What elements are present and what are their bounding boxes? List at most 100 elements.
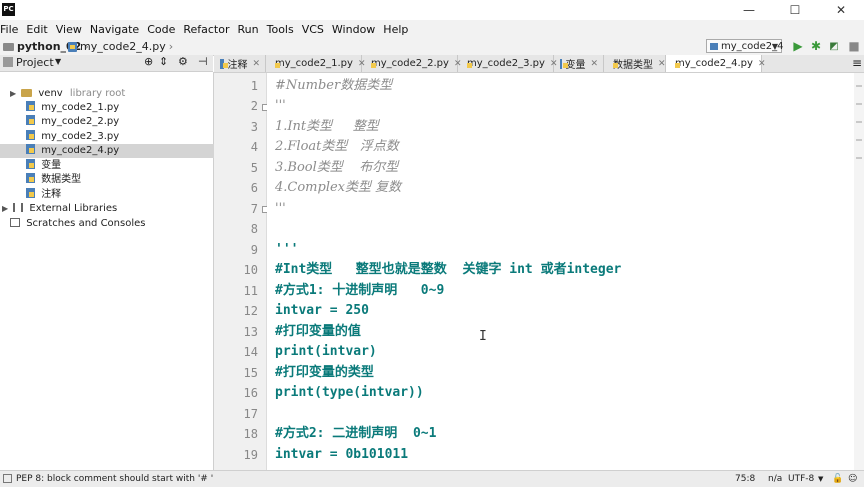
caret-position[interactable]: 75:8 xyxy=(735,471,755,487)
menu-edit[interactable]: Edit xyxy=(22,23,51,36)
code-editor[interactable]: #Number数据类型 ''' 1.Int类型 整型 2.Float类型 浮点数… xyxy=(267,73,854,470)
tab-label: my_code2_1.py xyxy=(275,58,353,69)
line-number: 15 xyxy=(243,366,258,380)
error-stripe[interactable] xyxy=(854,73,864,470)
code-line: print(intvar) xyxy=(275,344,377,359)
python-file-icon xyxy=(710,43,718,50)
close-icon[interactable]: ✕ xyxy=(758,59,766,69)
locate-icon[interactable]: ⊕ xyxy=(144,55,153,68)
tree-item-my-code2-1[interactable]: my_code2_1.py xyxy=(0,101,239,115)
code-line: #Int类型 整型也就是整数 关键字 int 或者integer xyxy=(275,262,622,277)
close-icon[interactable]: ✕ xyxy=(658,59,666,69)
stripe-marker[interactable] xyxy=(856,139,862,141)
folder-icon xyxy=(21,89,33,97)
line-number: 12 xyxy=(243,304,258,318)
tab-label: 变量 xyxy=(565,60,586,71)
line-number: 16 xyxy=(243,386,258,400)
tool-windows-icon[interactable] xyxy=(3,474,12,483)
chevron-down-icon[interactable]: ▼ xyxy=(55,57,61,66)
coverage-icon[interactable]: ◩ xyxy=(826,39,842,54)
tab-my-code2-3[interactable]: my_code2_3.py ✕ xyxy=(458,55,558,72)
tree-item-my-code2-4[interactable]: my_code2_4.py xyxy=(0,144,239,158)
lock-icon[interactable]: 🔓 xyxy=(832,471,843,487)
gear-icon[interactable]: ⚙ xyxy=(178,55,188,68)
menu-vcs[interactable]: VCS xyxy=(298,23,328,36)
menu-refactor[interactable]: Refactor xyxy=(179,23,233,36)
tree-item-scratches[interactable]: Scratches and Consoles xyxy=(0,217,223,231)
line-number: 14 xyxy=(243,345,258,359)
stop-icon[interactable]: ■ xyxy=(846,39,862,54)
menu-view[interactable]: View xyxy=(52,23,86,36)
tab-my-code2-1[interactable]: my_code2_1.py ✕ xyxy=(266,55,366,72)
debug-icon[interactable]: ✱ xyxy=(808,39,824,54)
collapse-all-icon[interactable]: ⇕ xyxy=(159,55,168,68)
tree-item-my-code2-3[interactable]: my_code2_3.py xyxy=(0,130,239,144)
tab-label: 数据类型 xyxy=(613,60,653,71)
maximize-button[interactable]: ☐ xyxy=(772,0,818,20)
scratches-icon xyxy=(10,218,20,227)
tree-item-label: my_code2_1.py xyxy=(41,102,120,113)
notification-icon[interactable]: ☺ xyxy=(848,471,857,487)
tree-item-venv[interactable]: ▶ venv library root xyxy=(0,87,223,101)
python-file-icon xyxy=(220,58,229,69)
code-line: #Number数据类型 xyxy=(275,78,393,93)
stripe-marker[interactable] xyxy=(856,103,862,105)
project-panel-title[interactable]: Project xyxy=(16,56,54,69)
code-line: 4.Complex类型 复数 xyxy=(275,180,402,195)
tab-variables[interactable]: 变量 ✕ xyxy=(554,55,604,72)
chevron-down-icon[interactable]: ▼ xyxy=(818,471,823,487)
close-icon[interactable]: ✕ xyxy=(590,59,598,69)
line-number: 17 xyxy=(243,407,258,421)
menu-run[interactable]: Run xyxy=(234,23,263,36)
python-file-icon xyxy=(560,58,570,69)
menu-navigate[interactable]: Navigate xyxy=(86,23,143,36)
close-button[interactable]: ✕ xyxy=(818,0,864,20)
hide-panel-icon[interactable]: ⊣ xyxy=(198,55,208,68)
python-file-icon xyxy=(68,41,77,52)
tree-item-external-libraries[interactable]: ▶ External Libraries xyxy=(0,202,215,216)
menu-code[interactable]: Code xyxy=(143,23,179,36)
tab-comments[interactable]: 注释 ✕ xyxy=(214,55,266,72)
code-line: ''' xyxy=(275,242,299,257)
chevron-right-icon: ▶ xyxy=(2,204,9,213)
code-line: ''' xyxy=(275,201,286,216)
python-file-icon xyxy=(26,144,35,154)
menu-window[interactable]: Window xyxy=(328,23,379,36)
tab-my-code2-2[interactable]: my_code2_2.py ✕ xyxy=(362,55,462,72)
line-separator[interactable]: n/a xyxy=(768,471,782,487)
tab-data-types[interactable]: 数据类型 ✕ xyxy=(604,55,666,72)
tree-item-label: External Libraries xyxy=(29,203,118,214)
close-icon[interactable]: ✕ xyxy=(252,59,260,69)
status-message: PEP 8: block comment should start with '… xyxy=(16,474,214,484)
library-icon xyxy=(13,203,24,212)
tree-item-variables[interactable]: 变量 xyxy=(0,159,239,173)
stripe-marker[interactable] xyxy=(856,85,862,87)
python-file-icon xyxy=(26,173,35,183)
stripe-marker[interactable] xyxy=(856,157,862,159)
breadcrumb-file[interactable]: my_code2_4.py › xyxy=(68,39,173,54)
code-line: #打印变量的类型 xyxy=(275,365,374,380)
stripe-marker[interactable] xyxy=(856,121,862,123)
menu-file[interactable]: File xyxy=(0,23,22,36)
line-number: 7 xyxy=(250,202,258,216)
menu-help[interactable]: Help xyxy=(379,23,412,36)
run-config-select[interactable]: my_code2_4 ▼ xyxy=(706,39,784,53)
code-line: #方式1: 十进制声明 0~9 xyxy=(275,283,445,298)
encoding[interactable]: UTF-8 xyxy=(788,471,814,487)
line-number: 2 xyxy=(250,99,258,113)
menu-tools[interactable]: Tools xyxy=(263,23,298,36)
editor-tabs: 注释 ✕ my_code2_1.py ✕ my_code2_2.py ✕ my_… xyxy=(214,55,864,73)
more-tabs-icon[interactable]: ≡ xyxy=(850,55,864,72)
text-cursor-icon: I xyxy=(479,329,487,344)
python-file-icon xyxy=(26,188,35,198)
code-line: print(type(intvar)) xyxy=(275,385,424,400)
breadcrumb-separator-icon: › xyxy=(168,40,174,53)
tab-my-code2-4[interactable]: my_code2_4.py ✕ xyxy=(666,55,766,72)
tree-item-my-code2-2[interactable]: my_code2_2.py xyxy=(0,115,239,129)
tree-item-data-types[interactable]: 数据类型 xyxy=(0,173,239,187)
status-bar: PEP 8: block comment should start with '… xyxy=(0,470,864,487)
run-icon[interactable]: ▶ xyxy=(790,39,806,54)
menu-bar: File Edit View Navigate Code Refactor Ru… xyxy=(0,20,864,38)
tree-item-comments[interactable]: 注释 xyxy=(0,188,239,202)
minimize-button[interactable]: — xyxy=(726,0,772,20)
